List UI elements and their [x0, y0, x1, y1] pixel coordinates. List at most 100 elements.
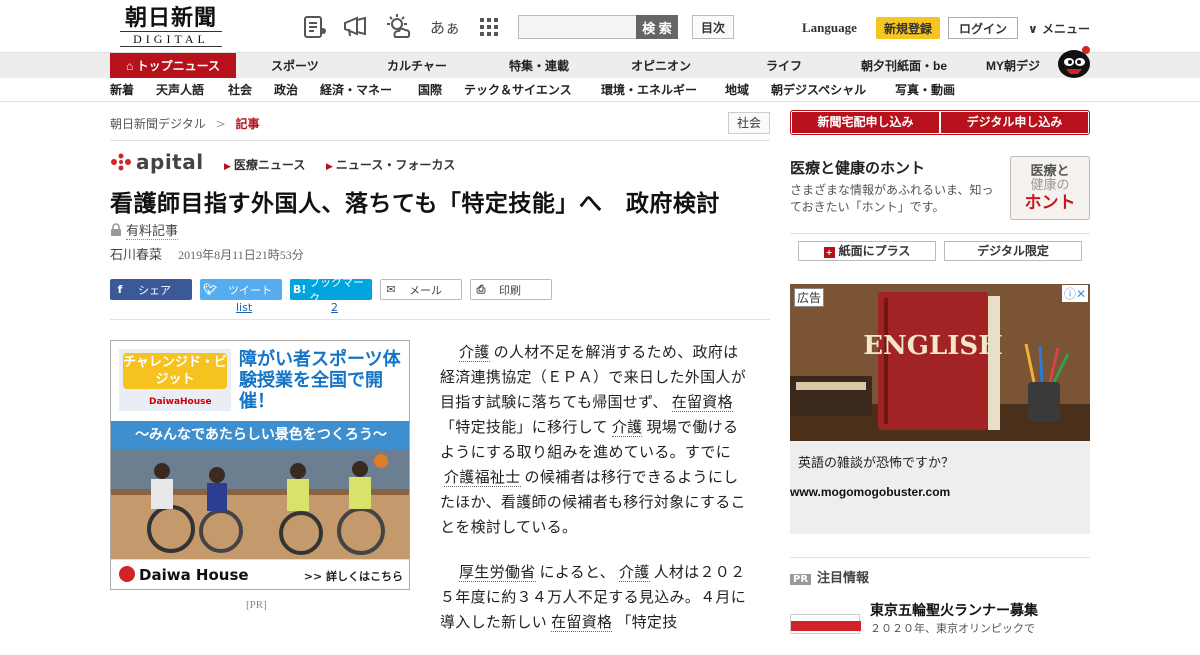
language-link[interactable]: Language [802, 20, 857, 36]
ad-label: 広告 [794, 288, 825, 307]
publish-date: 2019年8月11日21時53分 [178, 248, 304, 262]
signup-button[interactable]: 新規登録 [876, 17, 940, 39]
keyword-link[interactable]: 介護 [618, 563, 650, 582]
daiwa-house-ad[interactable]: チャレンジド・ビジット DaiwaHouse 障がい者スポーツ体験授業を全国で開… [110, 340, 410, 590]
paper-plus-icon: + [823, 247, 835, 258]
honto-logo-line: 医療と [1030, 164, 1070, 179]
breadcrumb-current: 記事 [235, 117, 260, 131]
share-label: ブックマーク [309, 275, 365, 305]
honto-title[interactable]: 医療と健康のホント [790, 157, 925, 178]
printer-icon: ⎙ [476, 282, 486, 296]
keyword-link[interactable]: 介護 [459, 343, 490, 362]
nav2-environment[interactable]: 環境・エネルギー [601, 78, 697, 102]
megaphone-icon[interactable] [340, 12, 370, 42]
keyword-link[interactable]: 在留資格 [671, 393, 733, 412]
pr-thumbnail[interactable] [790, 614, 861, 634]
divider [790, 557, 1090, 558]
keyword-link[interactable]: 介護福祉士 [444, 468, 521, 487]
nav-top-news[interactable]: ⌂ トップニュース [110, 53, 236, 79]
nav-features[interactable]: 特集・連載 [509, 53, 569, 79]
ad-badge-text: チャレンジド・ビジット [123, 353, 227, 389]
facebook-share-button[interactable]: f シェア [110, 279, 192, 300]
honto-logo[interactable]: 医療と 健康の ホント [1010, 156, 1090, 220]
mascot-icon[interactable] [1054, 44, 1092, 78]
nav2-economy[interactable]: 経済・マネー [320, 78, 392, 102]
honto-logo-line: ホント [1024, 193, 1076, 213]
logo-jp: 朝日新聞 [124, 5, 217, 31]
breadcrumb-root[interactable]: 朝日新聞デジタル [110, 117, 206, 131]
category-tag[interactable]: 社会 [728, 112, 770, 134]
nav-life[interactable]: ライフ [766, 53, 802, 79]
book-title-text: ENGLISH [863, 331, 1003, 361]
mail-share-button[interactable]: ✉ メール [380, 279, 462, 300]
ad-top: チャレンジド・ビジット DaiwaHouse 障がい者スポーツ体験授業を全国で開… [111, 341, 409, 421]
menu-label: メニュー [1041, 22, 1090, 36]
paid-text[interactable]: 有料記事 [126, 224, 179, 240]
search-button[interactable]: 検 索 [636, 15, 678, 39]
paper-plus-button[interactable]: + 紙面にプラス [798, 241, 936, 261]
pr-tag: PR [790, 574, 812, 585]
nav-paper[interactable]: 朝夕刊紙面・be [861, 53, 947, 79]
nav2-region[interactable]: 地域 [725, 78, 749, 102]
nav-sports[interactable]: スポーツ [271, 53, 319, 79]
nav2-tenseijingo[interactable]: 天声人語 [156, 78, 204, 102]
weather-icon[interactable] [384, 12, 414, 42]
index-button[interactable]: 目次 [692, 15, 734, 39]
article-headline: 看護師目指す外国人、落ちても「特定技能」へ 政府検討 [110, 191, 720, 217]
menu-button[interactable]: ∨ メニュー [1028, 20, 1090, 37]
honto-description: さまざまな情報があふれるいま、知っておきたい「ホント」です。 [790, 183, 994, 214]
apital-logo[interactable]: apital [110, 150, 204, 174]
print-button[interactable]: ⎙ 印刷 [470, 279, 552, 300]
breadcrumb-sep: > [215, 117, 226, 131]
keyword-link[interactable]: 在留資格 [551, 613, 613, 632]
newspaper-icon[interactable] [300, 12, 330, 42]
nav2-tech[interactable]: テック＆サイエンス [464, 78, 572, 102]
asahi-logo[interactable]: 朝日新聞 DIGITAL [112, 6, 230, 48]
hatena-bookmark-button[interactable]: B! ブックマーク [290, 276, 372, 305]
nav2-latest[interactable]: 新着 [110, 78, 134, 102]
nav2-society[interactable]: 社会 [228, 78, 252, 102]
hatena-icon: B! [292, 283, 307, 296]
ad-badge-brand: DaiwaHouse [149, 397, 212, 407]
ad-question[interactable]: 英語の雑談が恐怖ですか？ [798, 452, 954, 471]
author: 石川春菜 [110, 248, 163, 263]
ad-url[interactable]: www.mogomogobuster.com [790, 485, 950, 499]
ad-info-close-icon[interactable]: ⓘ✕ [1061, 285, 1088, 302]
keyword-link[interactable]: 厚生労働省 [459, 563, 536, 582]
nav2-photo[interactable]: 写真・動画 [895, 78, 955, 102]
digital-subscribe-button[interactable]: デジタル申し込み [941, 112, 1088, 133]
nav2-politics[interactable]: 政治 [274, 78, 298, 102]
nav-opinion[interactable]: オピニオン [631, 53, 691, 79]
font-size-icon[interactable]: あぁ [428, 12, 462, 42]
byline: 石川春菜 2019年8月11日21時53分 [110, 244, 304, 263]
ad-more-link[interactable]: >> 詳しくはこちら [304, 568, 403, 584]
article-body: 介護 の人材不足を解消するため、政府は経済連携協定（ＥＰＡ）で来日した外国人が目指… [440, 340, 750, 655]
twitter-count[interactable]: list [236, 301, 252, 314]
chevron-down-icon: ∨ [1028, 22, 1038, 36]
divider [790, 233, 1090, 234]
logo-en: DIGITAL [120, 31, 222, 47]
daiwa-logo-icon [119, 566, 135, 582]
ad-footer: Daiwa House >> 詳しくはこちら [111, 559, 409, 589]
pr-item-title[interactable]: 東京五輪聖火ランナー募集 [870, 600, 1038, 620]
pr-heading-text: 注目情報 [817, 571, 870, 586]
pr-heading: PR 注目情報 [790, 567, 869, 586]
hatena-count[interactable]: 2 [331, 301, 338, 314]
nav-my-asahi[interactable]: MY朝デジ [986, 53, 1040, 79]
search-input[interactable] [518, 15, 638, 39]
english-ad[interactable]: ENGLISH 広告 ⓘ✕ 英語の雑談が恐怖ですか？ www.mogomogob… [790, 284, 1090, 534]
digital-only-button[interactable]: デジタル限定 [944, 241, 1082, 261]
body-text: 「特定技能」に移行して [440, 418, 608, 436]
apital-dots-icon [111, 153, 131, 171]
apital-link-medical-news[interactable]: ▶ 医療ニュース [224, 156, 305, 173]
nav2-international[interactable]: 国際 [418, 78, 442, 102]
apital-link-news-focus[interactable]: ▶ ニュース・フォーカス [326, 156, 455, 173]
apps-grid-icon[interactable] [474, 12, 504, 42]
keyword-link[interactable]: 介護 [611, 418, 643, 437]
twitter-share-button[interactable]: 🐦︎ ツイート [200, 279, 282, 300]
login-button[interactable]: ログイン [948, 17, 1018, 39]
home-delivery-button[interactable]: 新聞宅配申し込み [792, 112, 939, 133]
ad-badge: チャレンジド・ビジット DaiwaHouse [119, 349, 231, 411]
nav2-special[interactable]: 朝デジスペシャル [771, 78, 866, 102]
nav-culture[interactable]: カルチャー [387, 53, 447, 79]
